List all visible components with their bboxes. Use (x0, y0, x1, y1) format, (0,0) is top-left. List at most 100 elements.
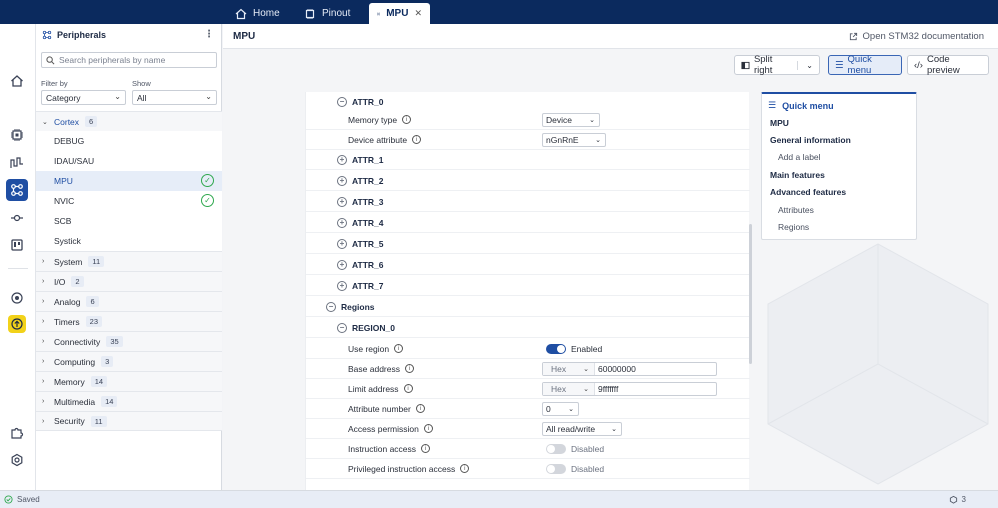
close-icon[interactable]: ✕ (414, 8, 422, 19)
base-address-input[interactable]: 60000000 (595, 364, 636, 374)
board-rail-button[interactable] (6, 234, 28, 256)
info-icon[interactable]: i (403, 384, 413, 393)
chevron-right-icon: › (42, 417, 45, 425)
info-icon[interactable]: i (412, 135, 422, 144)
format-select[interactable]: Hex ⌄ (543, 382, 595, 395)
info-icon[interactable]: i (423, 424, 433, 433)
search-input[interactable]: Search peripherals by name (41, 52, 217, 68)
limit-address-input[interactable]: 9fffffff (595, 384, 618, 394)
more-options-icon[interactable]: ⋮ (204, 29, 214, 40)
attr4-row[interactable]: + ATTR_4 (306, 213, 750, 233)
extensions-rail-button[interactable] (6, 422, 28, 444)
filter-by-select[interactable]: Category ⌄ (41, 90, 126, 105)
category-system[interactable]: › System 11 (36, 251, 222, 271)
info-icon[interactable]: i (415, 404, 425, 413)
show-select[interactable]: All ⌄ (132, 90, 217, 105)
category-multimedia[interactable]: › Multimedia 14 (36, 391, 222, 411)
home-rail-button[interactable] (6, 70, 28, 92)
attr1-row[interactable]: + ATTR_1 (306, 150, 750, 170)
quick-menu-item[interactable]: MPU (770, 118, 789, 128)
quick-menu-item[interactable]: Add a label (778, 152, 821, 162)
peripheral-item-nvic[interactable]: NVIC ✓ (36, 191, 222, 211)
category-io[interactable]: › I/O 2 (36, 271, 222, 291)
info-icon[interactable]: i (394, 344, 404, 353)
expand-icon[interactable]: + (337, 217, 347, 228)
chip-rail-button[interactable] (6, 124, 28, 146)
settings-target-rail-button[interactable] (6, 287, 28, 309)
expand-icon[interactable]: + (337, 259, 347, 270)
attr3-row[interactable]: + ATTR_3 (306, 192, 750, 212)
tab-home[interactable]: Home (227, 3, 288, 24)
peripheral-item-scb[interactable]: SCB (36, 211, 222, 231)
privileged-instruction-toggle[interactable] (546, 463, 566, 474)
quick-menu-item[interactable]: Main features (770, 170, 825, 180)
category-computing[interactable]: › Computing 3 (36, 351, 222, 371)
quick-menu-item[interactable]: Advanced features (770, 187, 846, 197)
analyzer-rail-button[interactable] (6, 152, 28, 174)
settings-rail-button[interactable] (6, 449, 28, 471)
expand-icon[interactable]: + (337, 238, 347, 249)
category-timers[interactable]: › Timers 23 (36, 311, 222, 331)
chevron-down-icon[interactable]: ⌄ (797, 60, 813, 70)
peripherals-rail-button[interactable] (6, 179, 28, 201)
peripheral-item-mpu[interactable]: MPU ✓ (36, 171, 222, 191)
code-preview-button[interactable]: ‹/› Code preview (907, 54, 989, 76)
attr6-row[interactable]: + ATTR_6 (306, 255, 750, 275)
peripheral-label: NVIC (54, 196, 75, 206)
base-address-field[interactable]: Hex ⌄ 60000000 (542, 361, 717, 376)
chevron-right-icon: › (42, 378, 45, 385)
limit-address-field[interactable]: Hex ⌄ 9fffffff (542, 381, 717, 396)
instruction-access-toggle[interactable] (546, 443, 566, 454)
expand-icon[interactable]: + (337, 280, 347, 291)
info-icon[interactable]: i (421, 444, 431, 453)
scrollbar[interactable] (749, 224, 752, 364)
category-label: Timers (54, 316, 80, 327)
expand-icon[interactable]: + (337, 175, 347, 186)
category-connectivity[interactable]: › Connectivity 35 (36, 331, 222, 351)
access-permission-select[interactable]: All read/write ⌄ (542, 421, 622, 436)
quick-menu-item[interactable]: Attributes (778, 205, 814, 215)
info-icon[interactable]: i (402, 115, 412, 124)
collapse-icon[interactable]: − (337, 97, 347, 107)
notifications-button[interactable]: 3 (949, 495, 966, 504)
format-select[interactable]: Hex ⌄ (543, 362, 595, 375)
field-label: Device attribute (348, 134, 408, 145)
update-rail-button[interactable] (8, 315, 26, 333)
split-right-button[interactable]: Split right ⌄ (734, 54, 820, 76)
documentation-link[interactable]: Open STM32 documentation (849, 31, 984, 42)
category-cortex[interactable]: ⌄ Cortex 6 (36, 111, 222, 131)
peripheral-item-systick[interactable]: Systick (36, 231, 222, 251)
category-security[interactable]: › Security 11 (36, 411, 222, 431)
peripheral-item-idau-sau[interactable]: IDAU/SAU (36, 151, 222, 171)
region0-header-row[interactable]: − REGION_0 (306, 318, 750, 338)
connection-rail-button[interactable] (6, 207, 28, 229)
category-analog[interactable]: › Analog 6 (36, 291, 222, 311)
collapse-icon[interactable]: − (326, 301, 336, 312)
tab-mpu[interactable]: MPU ✕ (369, 3, 430, 24)
expand-icon[interactable]: + (337, 196, 347, 207)
attr2-row[interactable]: + ATTR_2 (306, 171, 750, 191)
connection-icon (11, 214, 23, 222)
info-icon[interactable]: i (460, 464, 470, 473)
regions-header-row[interactable]: − Regions (306, 297, 750, 317)
quick-menu-item[interactable]: General information (770, 135, 851, 145)
attribute-number-select[interactable]: 0 ⌄ (542, 401, 579, 416)
category-label: Multimedia (54, 396, 96, 407)
use-region-toggle[interactable] (546, 343, 566, 354)
attr7-row[interactable]: + ATTR_7 (306, 276, 750, 296)
tab-pinout[interactable]: Pinout (296, 3, 358, 24)
device-attribute-select[interactable]: nGnRnE ⌄ (542, 132, 606, 147)
expand-icon[interactable]: + (337, 154, 347, 165)
collapse-icon[interactable]: − (337, 322, 347, 333)
category-count: 6 (85, 116, 98, 127)
peripherals-panel: Peripherals ⋮ Search peripherals by name… (36, 24, 222, 490)
peripheral-item-debug[interactable]: DEBUG (36, 131, 222, 151)
attr0-header-row[interactable]: − ATTR_0 (306, 92, 750, 112)
quick-menu-item[interactable]: Regions (778, 222, 809, 232)
quick-menu-button[interactable]: ☰ Quick menu (828, 54, 902, 76)
memory-type-select[interactable]: Device ⌄ (542, 112, 600, 127)
category-memory[interactable]: › Memory 14 (36, 371, 222, 391)
info-icon[interactable]: i (404, 364, 414, 373)
chevron-right-icon: › (42, 298, 45, 305)
attr5-row[interactable]: + ATTR_5 (306, 234, 750, 254)
